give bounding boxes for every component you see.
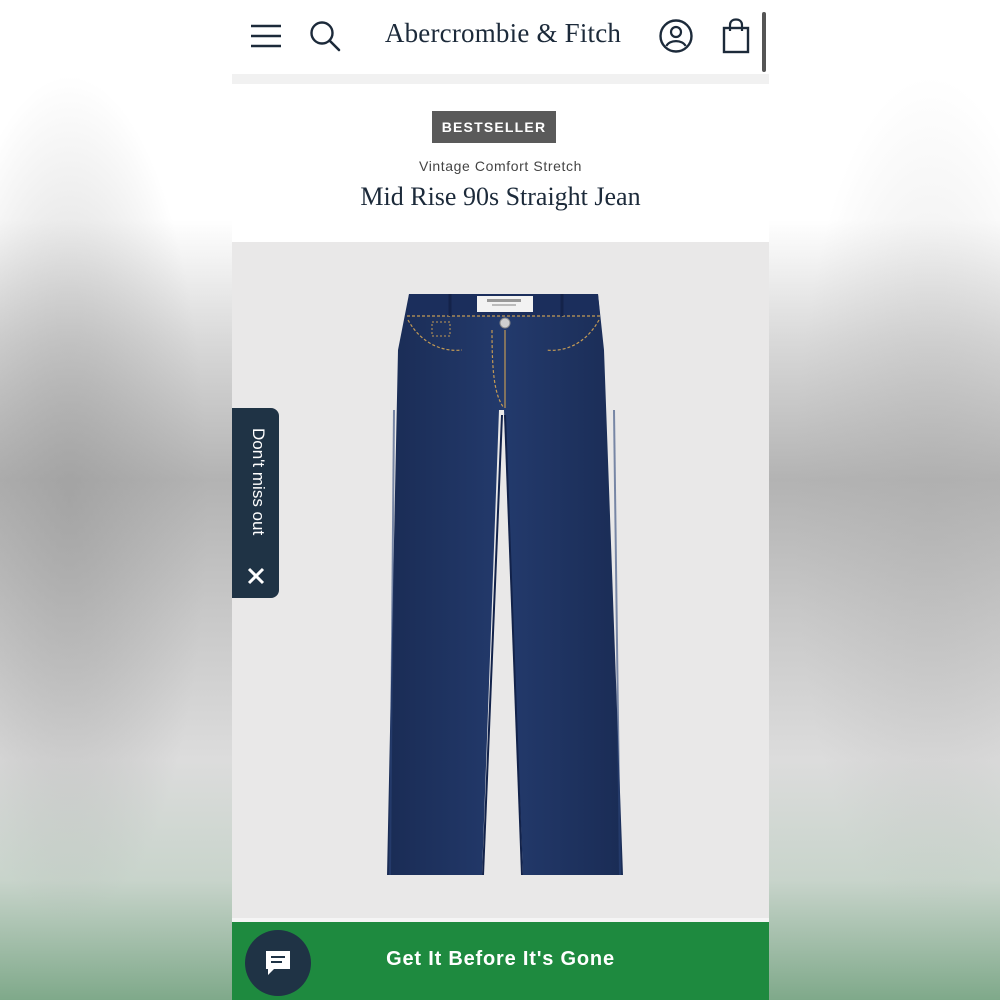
chat-icon <box>266 951 290 975</box>
dont-miss-out-label: Don't miss out <box>249 428 268 536</box>
cta-label: Get It Before It's Gone <box>386 948 615 970</box>
bestseller-badge: BESTSELLER <box>432 111 556 143</box>
shopping-bag-button[interactable] <box>714 14 758 58</box>
cta-banner[interactable]: Get It Before It's Gone <box>232 922 769 1000</box>
product-collection: Vintage Comfort Stretch <box>419 158 582 174</box>
bag-icon <box>722 18 750 54</box>
menu-button[interactable] <box>244 14 288 58</box>
product-title-block: BESTSELLER Vintage Comfort Stretch Mid R… <box>232 84 769 242</box>
menu-icon <box>251 24 281 48</box>
site-header: Abercrombie & Fitch <box>232 0 769 84</box>
chat-button[interactable] <box>245 930 311 996</box>
product-name: Mid Rise 90s Straight Jean <box>360 182 641 211</box>
search-button[interactable] <box>303 14 347 58</box>
scrollbar[interactable] <box>762 12 766 72</box>
account-icon <box>659 19 693 53</box>
close-icon[interactable] <box>246 566 266 586</box>
background-blur-right <box>769 0 1000 1000</box>
header-divider <box>232 74 769 84</box>
account-button[interactable] <box>654 14 698 58</box>
brand-logo[interactable]: Abercrombie & Fitch <box>378 18 628 49</box>
background-blur-left <box>0 0 232 1000</box>
mobile-screen: Abercrombie & Fitch BESTSELLER Vintage C… <box>232 0 769 1000</box>
jeans-image <box>387 294 623 876</box>
dont-miss-out-tab[interactable]: Don't miss out <box>232 408 279 598</box>
product-image[interactable] <box>232 242 769 918</box>
search-icon <box>310 21 341 52</box>
